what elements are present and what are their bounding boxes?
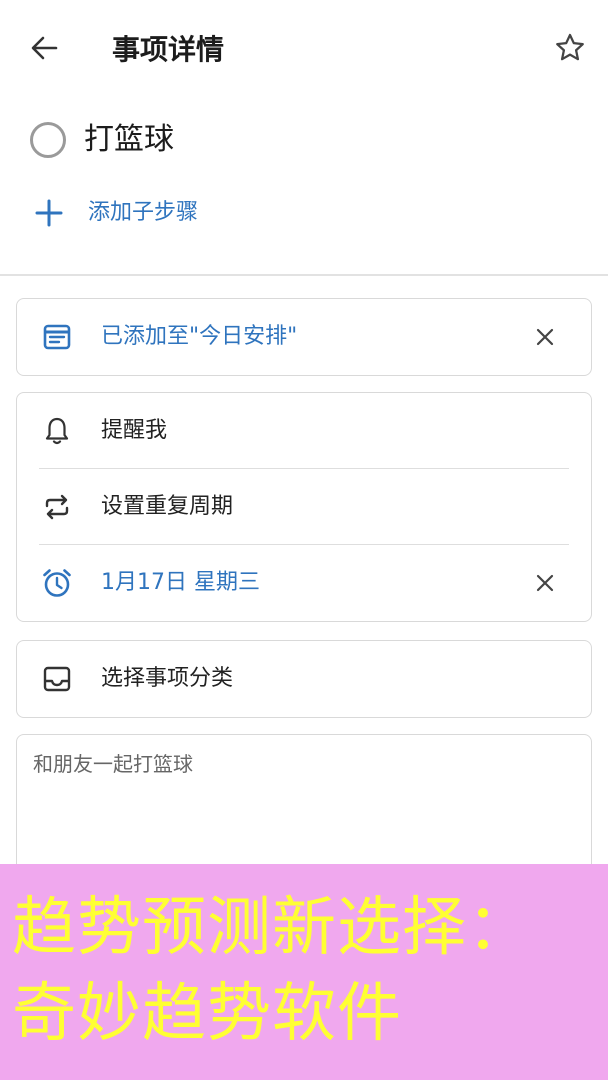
star-icon (556, 33, 584, 61)
top-app-bar: 事项详情 (0, 0, 608, 96)
task-title[interactable]: 打篮球 (84, 116, 174, 164)
alarm-clock-icon (41, 567, 73, 599)
category-card: 选择事项分类 (16, 640, 592, 718)
category-label: 选择事项分类 (101, 666, 234, 691)
repeat-row[interactable]: 设置重复周期 (17, 469, 591, 545)
promo-banner: 趋势预测新选择： 奇妙趋势软件 (0, 864, 608, 1080)
section-divider (0, 274, 608, 276)
add-step-label: 添加子步骤 (88, 200, 199, 225)
banner-line-1: 趋势预测新选择： (12, 891, 532, 965)
my-day-row[interactable]: 已添加至"今日安排" (17, 299, 591, 375)
repeat-label: 设置重复周期 (101, 494, 234, 519)
favorite-button[interactable] (548, 26, 592, 70)
complete-checkbox[interactable] (30, 122, 66, 158)
remove-my-day-button[interactable] (529, 321, 561, 353)
remind-me-label: 提醒我 (101, 418, 168, 443)
add-step-button[interactable]: 添加子步骤 (0, 190, 608, 236)
remind-me-row[interactable]: 提醒我 (17, 393, 591, 469)
close-icon (536, 574, 554, 592)
my-day-card: 已添加至"今日安排" (16, 298, 592, 376)
close-icon (536, 328, 554, 346)
task-row: 打篮球 (0, 112, 608, 168)
remove-due-date-button[interactable] (529, 567, 561, 599)
note-text: 和朋友一起打篮球 (33, 752, 193, 776)
calendar-list-icon (41, 321, 73, 353)
banner-line-2: 奇妙趋势软件 (12, 977, 402, 1051)
my-day-label: 已添加至"今日安排" (101, 324, 298, 349)
due-date-label: 1月17日 星期三 (101, 570, 260, 595)
plus-icon (35, 199, 63, 227)
schedule-card: 提醒我 设置重复周期 1月17日 星期三 (16, 392, 592, 622)
repeat-icon (41, 491, 73, 523)
due-date-row[interactable]: 1月17日 星期三 (17, 545, 591, 621)
arrow-left-icon (31, 36, 58, 60)
category-row[interactable]: 选择事项分类 (17, 641, 591, 717)
bell-icon (41, 415, 73, 447)
inbox-icon (41, 663, 73, 695)
page-title: 事项详情 (112, 33, 225, 66)
back-button[interactable] (22, 28, 66, 68)
